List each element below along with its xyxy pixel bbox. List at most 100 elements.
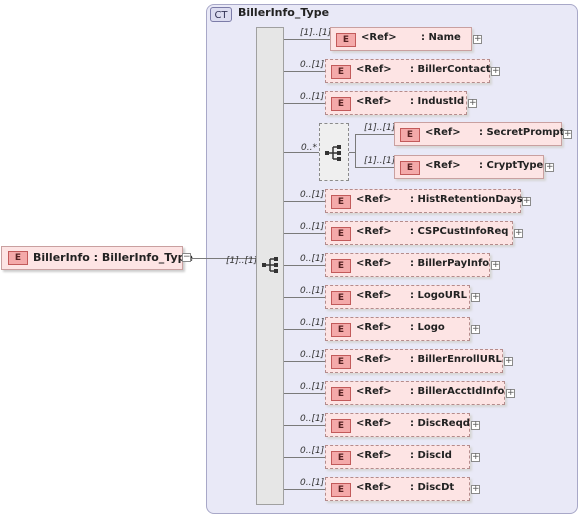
element-name: : CryptType (479, 160, 544, 171)
element-name: : BillerPayInfo (410, 258, 490, 269)
element-box[interactable]: E <Ref> : DiscDt (325, 477, 470, 501)
element-ref: <Ref> (356, 322, 392, 333)
collapse-toggle[interactable]: − (182, 253, 191, 262)
element-tag: E (331, 291, 351, 305)
element-box[interactable]: E <Ref> : BillerEnrollURL (325, 349, 503, 373)
element-name: : DiscDt (410, 482, 455, 493)
complex-type-title: BillerInfo_Type (238, 6, 330, 19)
element-tag: E (331, 195, 351, 209)
expand-toggle[interactable]: + (471, 325, 480, 334)
expand-toggle[interactable]: + (473, 35, 482, 44)
element-tag: E (331, 483, 351, 497)
connector-line (284, 361, 325, 362)
element-cardinality: 0..[1] (300, 254, 325, 264)
element-box[interactable]: E <Ref> : DiscId (325, 445, 470, 469)
element-cardinality: 0..[1] (300, 92, 325, 102)
element-cardinality: 0..[1] (300, 60, 325, 70)
sequence-compositor-icon (262, 257, 278, 273)
element-box[interactable]: E <Ref>: BillerContact (325, 59, 491, 83)
expand-toggle[interactable]: + (491, 67, 500, 76)
expand-toggle[interactable]: + (471, 485, 480, 494)
expand-toggle[interactable]: + (471, 421, 480, 430)
expand-toggle[interactable]: + (471, 293, 480, 302)
expand-toggle[interactable]: + (522, 197, 531, 206)
element-cardinality: 0..[1] (300, 286, 325, 296)
choice-cardinality: 0..* (301, 143, 317, 153)
element-ref: <Ref> (356, 418, 392, 429)
connector-line (284, 329, 325, 330)
root-element[interactable]: E BillerInfo : BillerInfo_Type (1, 246, 193, 270)
element-ref: <Ref> (356, 354, 392, 365)
element-tag: E (336, 33, 356, 47)
connector-line (284, 489, 325, 490)
expand-toggle[interactable]: + (468, 99, 477, 108)
element-name: : DiscId (410, 450, 452, 461)
element-ref: <Ref> (356, 450, 392, 461)
choice-compositor-icon (325, 145, 341, 161)
element-name: : IndustId (410, 96, 465, 107)
connector-line (284, 39, 330, 40)
element-cardinality: 0..[1] (300, 382, 325, 392)
expand-toggle[interactable]: + (506, 389, 515, 398)
connector-line (355, 134, 394, 135)
element-box[interactable]: E <Ref>: CSPCustInfoReq (325, 221, 513, 245)
element-ref: <Ref> (356, 96, 392, 107)
element-tag: E (331, 387, 351, 401)
element-tag: E (331, 451, 351, 465)
element-cardinality: 0..[1] (300, 318, 325, 328)
complex-type-tag: CT (210, 7, 232, 22)
element-name: : LogoURL (410, 290, 467, 301)
element-tag: E (400, 161, 420, 175)
element-name: : BillerContact (410, 64, 491, 75)
element-name: : CSPCustInfoReq (410, 226, 509, 237)
element-ref: <Ref> (356, 386, 392, 397)
element-box[interactable]: E <Ref>: DiscReqd (325, 413, 470, 437)
expand-toggle[interactable]: + (491, 261, 500, 270)
element-box[interactable]: E <Ref>: Name (330, 27, 472, 51)
element-box[interactable]: E <Ref> : CryptType (394, 155, 544, 179)
element-name: : Name (421, 32, 461, 43)
element-tag: E (8, 251, 28, 265)
element-box[interactable]: E <Ref> : SecretPrompt (394, 122, 565, 146)
connector-line (284, 393, 325, 394)
element-ref: <Ref> (425, 160, 461, 171)
connector-line (284, 103, 325, 104)
element-cardinality: 0..[1] (300, 414, 325, 424)
element-cardinality: [1]..[1] (300, 28, 332, 38)
element-name: : BillerEnrollURL (410, 354, 502, 365)
element-box[interactable]: E <Ref> : BillerAcctIdInfo (325, 381, 505, 405)
connector-line (284, 265, 325, 266)
connector-line (355, 167, 394, 168)
expand-toggle[interactable]: + (563, 130, 572, 139)
expand-toggle[interactable]: + (514, 229, 523, 238)
element-tag: E (400, 128, 420, 142)
element-name: : Logo (410, 322, 445, 333)
element-ref: <Ref> (356, 482, 392, 493)
element-box[interactable]: E <Ref>: HistRetentionDays (325, 189, 523, 213)
element-box[interactable]: E <Ref>: LogoURL (325, 285, 470, 309)
element-tag: E (331, 355, 351, 369)
connector-line (284, 297, 325, 298)
connector-line (284, 233, 325, 234)
element-cardinality: 0..[1] (300, 350, 325, 360)
element-box[interactable]: E <Ref>: Logo (325, 317, 470, 341)
root-element-label: BillerInfo : BillerInfo_Type (33, 251, 193, 264)
element-box[interactable]: E <Ref>: BillerPayInfo (325, 253, 490, 277)
element-ref: <Ref> (356, 64, 392, 75)
element-name: : BillerAcctIdInfo (410, 386, 505, 397)
element-tag: E (331, 259, 351, 273)
element-tag: E (331, 97, 351, 111)
expand-toggle[interactable]: + (504, 357, 513, 366)
element-box[interactable]: E <Ref> : IndustId (325, 91, 467, 115)
element-name: : DiscReqd (410, 418, 470, 429)
root-cardinality: [1]..[1] (226, 256, 258, 266)
element-cardinality: 0..[1] (300, 190, 325, 200)
element-ref: <Ref> (425, 127, 461, 138)
element-cardinality: 0..[1] (300, 222, 325, 232)
element-cardinality: [1]..[1] (364, 123, 396, 133)
expand-toggle[interactable]: + (471, 453, 480, 462)
connector-line (284, 201, 325, 202)
element-name: : SecretPrompt (479, 127, 565, 138)
element-ref: <Ref> (356, 226, 392, 237)
expand-toggle[interactable]: + (545, 163, 554, 172)
